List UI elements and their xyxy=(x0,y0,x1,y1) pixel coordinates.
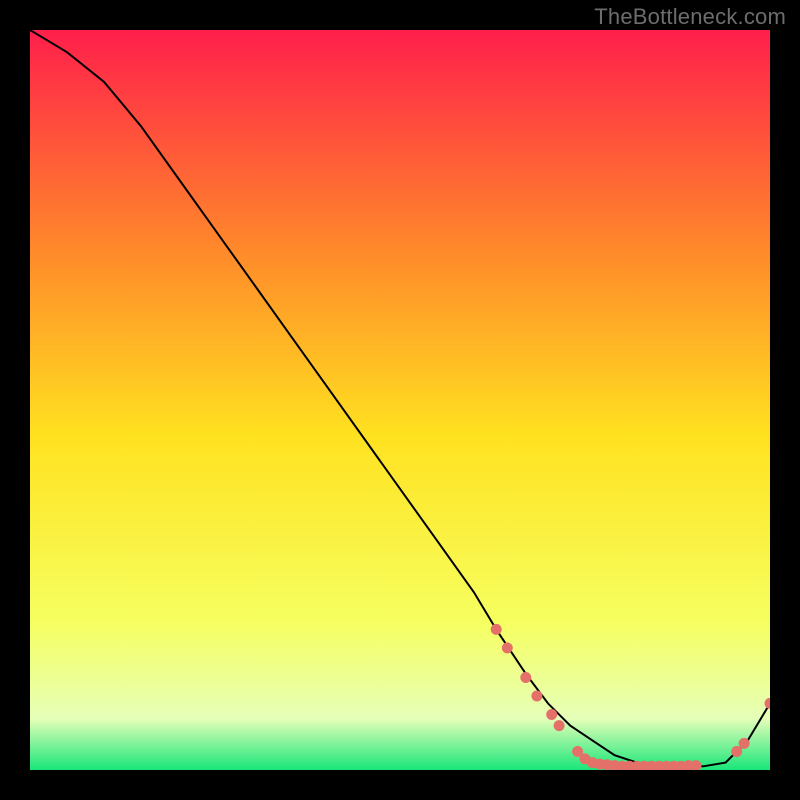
data-marker xyxy=(765,698,771,709)
data-marker xyxy=(520,672,531,683)
data-marker xyxy=(731,746,742,757)
marker-layer xyxy=(491,624,770,770)
bottleneck-curve xyxy=(30,30,770,766)
data-marker xyxy=(554,720,565,731)
watermark-text: TheBottleneck.com xyxy=(594,4,786,30)
chart-overlay xyxy=(30,30,770,770)
data-marker xyxy=(502,642,513,653)
data-marker xyxy=(546,709,557,720)
chart-stage: TheBottleneck.com xyxy=(0,0,800,800)
data-marker xyxy=(739,738,750,749)
data-marker xyxy=(491,624,502,635)
plot-area xyxy=(30,30,770,770)
data-marker xyxy=(531,691,542,702)
